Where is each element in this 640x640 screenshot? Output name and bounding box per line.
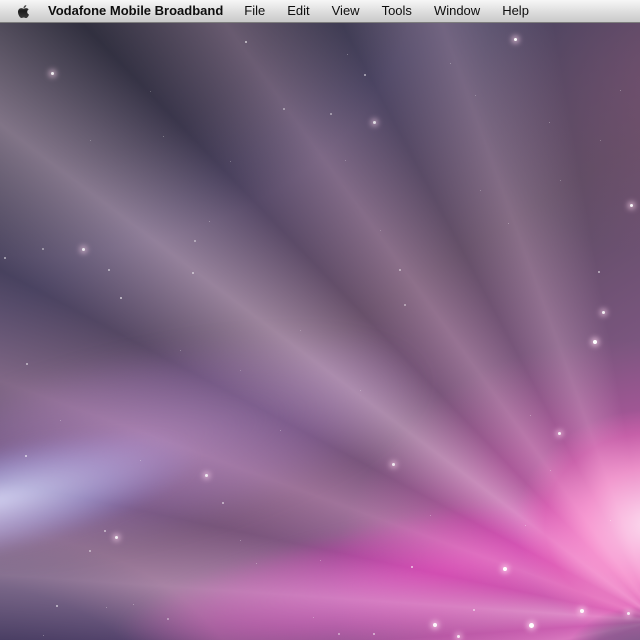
star	[475, 95, 476, 96]
star	[82, 248, 85, 251]
star	[514, 38, 517, 41]
star	[373, 121, 376, 124]
apple-icon	[17, 4, 30, 19]
star	[245, 41, 247, 43]
menu-edit[interactable]: Edit	[276, 0, 320, 22]
star	[627, 612, 630, 615]
menu-window[interactable]: Window	[423, 0, 491, 22]
star	[209, 221, 210, 222]
star	[283, 108, 285, 110]
star	[56, 605, 58, 607]
menu-file[interactable]: File	[233, 0, 276, 22]
star	[593, 340, 597, 344]
menu-view[interactable]: View	[321, 0, 371, 22]
star	[550, 470, 551, 471]
star	[60, 420, 61, 421]
star	[163, 136, 164, 137]
star	[167, 618, 169, 620]
star	[347, 54, 348, 55]
star	[433, 623, 437, 627]
star	[150, 91, 151, 92]
menu-help[interactable]: Help	[491, 0, 540, 22]
star	[392, 463, 395, 466]
screen: Vodafone Mobile Broadband File Edit View…	[0, 0, 640, 640]
star	[364, 74, 366, 76]
star	[133, 604, 134, 605]
star	[630, 204, 633, 207]
star	[360, 390, 361, 391]
star	[26, 363, 28, 365]
star	[480, 190, 481, 191]
star	[373, 633, 375, 635]
star	[222, 502, 224, 504]
desktop-wallpaper[interactable]	[0, 0, 640, 640]
star	[205, 474, 208, 477]
star	[430, 515, 431, 516]
star	[106, 607, 107, 608]
star	[450, 63, 451, 64]
star	[530, 415, 531, 416]
star	[51, 72, 54, 75]
star	[192, 272, 194, 274]
star	[108, 269, 110, 271]
star	[120, 297, 122, 299]
star	[411, 566, 413, 568]
star	[90, 140, 91, 141]
star	[115, 536, 118, 539]
star	[457, 635, 460, 638]
star	[473, 609, 475, 611]
star	[280, 430, 281, 431]
star	[240, 540, 241, 541]
star	[330, 113, 332, 115]
star	[180, 350, 181, 351]
star	[140, 460, 141, 461]
star	[89, 550, 91, 552]
menu-bar: Vodafone Mobile Broadband File Edit View…	[0, 0, 640, 23]
star	[508, 223, 509, 224]
app-menu[interactable]: Vodafone Mobile Broadband	[38, 0, 233, 22]
star	[525, 525, 526, 526]
star	[230, 161, 231, 162]
star	[560, 180, 561, 181]
star	[404, 304, 406, 306]
star	[380, 230, 381, 231]
apple-menu[interactable]	[0, 0, 38, 22]
star	[104, 530, 106, 532]
star	[610, 520, 611, 521]
star	[602, 311, 605, 314]
star	[620, 90, 621, 91]
star	[194, 240, 196, 242]
star	[240, 370, 241, 371]
star	[320, 560, 321, 561]
star	[600, 140, 601, 141]
star	[345, 160, 346, 161]
star	[42, 248, 44, 250]
star	[300, 330, 301, 331]
star	[503, 567, 507, 571]
star	[4, 257, 6, 259]
star	[549, 122, 550, 123]
menu-tools[interactable]: Tools	[371, 0, 423, 22]
star	[256, 563, 257, 564]
star	[25, 455, 27, 457]
star	[558, 432, 561, 435]
star	[598, 271, 600, 273]
star	[313, 617, 314, 618]
star	[338, 633, 340, 635]
star	[580, 609, 584, 613]
star	[529, 623, 534, 628]
star	[43, 635, 44, 636]
star	[399, 269, 401, 271]
star-field	[0, 0, 640, 640]
